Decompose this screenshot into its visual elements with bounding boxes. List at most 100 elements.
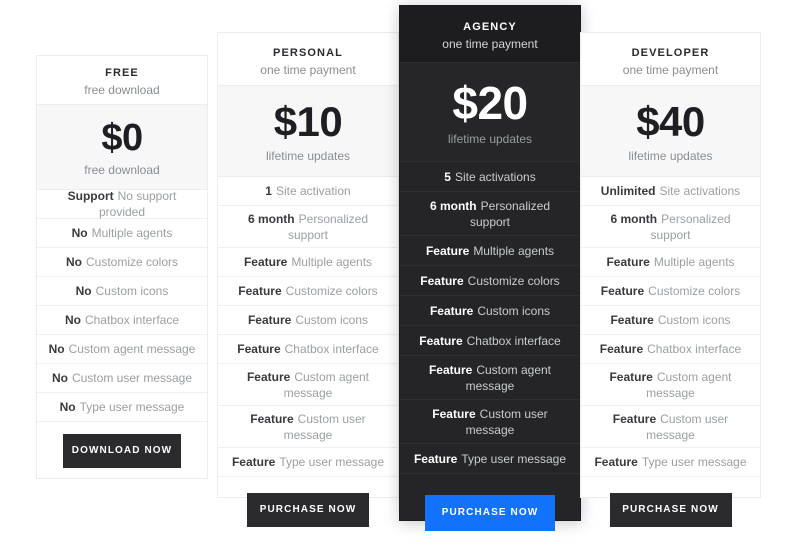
feature-text: Personalized support: [287, 211, 369, 242]
feature-list: Support No support provided No Multiple age…: [37, 189, 207, 422]
feature-text: Personalized support: [469, 198, 551, 229]
plan-footer: PURCHASE NOW: [400, 474, 580, 552]
feature-row: 6 month Personalized support: [400, 192, 580, 236]
plan-price-block: $10 lifetime updates: [218, 85, 398, 177]
feature-row: Feature Multiple agents: [218, 248, 398, 277]
plan-price-block: $0 free download: [37, 104, 207, 190]
feature-row: Feature Type user message: [400, 444, 580, 474]
feature-text: Type user message: [641, 455, 747, 469]
feature-label: No: [48, 342, 65, 356]
feature-text: Customize colors: [85, 255, 179, 269]
feature-text: Custom user message: [71, 371, 193, 385]
plan-footer: DOWNLOAD NOW: [37, 422, 207, 480]
feature-label: Feature: [250, 411, 294, 426]
purchase-now-button[interactable]: PURCHASE NOW: [425, 495, 555, 531]
feature-label: 5: [444, 169, 451, 184]
feature-text: Customize colors: [467, 273, 560, 288]
plan-name: PERSONAL: [273, 47, 343, 59]
feature-text: Chatbox interface: [466, 333, 561, 348]
plan-price-note: lifetime updates: [628, 148, 713, 163]
plan-price: $40: [636, 97, 705, 145]
plan-footer: PURCHASE NOW: [581, 477, 760, 543]
feature-row: Feature Chatbox interface: [581, 335, 760, 364]
feature-label: No: [51, 371, 68, 385]
feature-text: Multiple agents: [291, 255, 373, 269]
feature-text: Chatbox interface: [284, 342, 379, 356]
feature-row: Support No support provided: [37, 189, 207, 219]
feature-label: Feature: [413, 451, 458, 466]
feature-text: Custom agent message: [465, 362, 552, 393]
pricing-card-personal[interactable]: PERSONAL one time payment $10 lifetime u…: [217, 32, 399, 527]
feature-row: Feature Multiple agents: [581, 248, 760, 277]
feature-row: No Multiple agents: [37, 219, 207, 248]
feature-label: Feature: [429, 303, 474, 318]
feature-label: No: [65, 255, 82, 269]
plan-price-block: $20 lifetime updates: [400, 62, 580, 162]
feature-row: Feature Custom agent message: [218, 364, 398, 406]
feature-text: Custom agent message: [646, 369, 732, 400]
pricing-card-free[interactable]: FREE free download $0 free download Supp…: [36, 55, 208, 479]
feature-list: 1 Site activation 6 month Personalized supp…: [218, 177, 398, 477]
feature-text: Custom agent message: [68, 342, 196, 356]
plan-subtitle: free download: [84, 83, 160, 97]
purchase-now-button[interactable]: PURCHASE NOW: [247, 493, 369, 527]
feature-row: Feature Custom user message: [218, 406, 398, 448]
feature-label: 6 month: [610, 211, 658, 226]
plan-subtitle: one time payment: [442, 37, 538, 51]
feature-label: Feature: [243, 255, 288, 269]
plan-name: AGENCY: [463, 21, 517, 33]
feature-text: Site activations: [659, 184, 741, 198]
feature-label: Feature: [610, 313, 654, 327]
feature-row: Feature Custom user message: [581, 406, 760, 448]
feature-label: Feature: [432, 406, 476, 421]
feature-label: No: [59, 400, 76, 414]
feature-row: No Custom icons: [37, 277, 207, 306]
plan-subtitle: one time payment: [622, 63, 719, 77]
plan-price-note: free download: [84, 162, 160, 177]
feature-row: Feature Custom agent message: [400, 356, 580, 400]
purchase-now-button[interactable]: PURCHASE NOW: [609, 493, 732, 527]
plan-name: FREE: [105, 67, 139, 79]
plan-price: $20: [452, 76, 528, 129]
feature-label: 1: [265, 184, 272, 198]
feature-row: No Custom agent message: [37, 335, 207, 364]
feature-row: Feature Type user message: [218, 448, 398, 477]
feature-row: No Chatbox interface: [37, 306, 207, 335]
plan-price: $10: [273, 97, 343, 145]
feature-label: Support: [67, 189, 114, 203]
feature-label: Feature: [247, 313, 292, 327]
feature-text: Custom user message: [465, 406, 548, 437]
feature-text: Custom agent message: [283, 369, 370, 400]
feature-text: Custom icons: [95, 284, 169, 298]
feature-label: Feature: [600, 284, 645, 298]
feature-list: Unlimited Site activations 6 month Personal…: [581, 177, 760, 477]
pricing-card-agency[interactable]: AGENCY one time payment $20 lifetime upd…: [399, 5, 581, 531]
feature-text: Customize colors: [285, 284, 378, 298]
feature-text: Custom icons: [657, 313, 731, 327]
feature-label: Feature: [420, 273, 464, 288]
plan-price-block: $40 lifetime updates: [581, 85, 760, 177]
feature-row: Feature Custom icons: [581, 306, 760, 335]
feature-text: Custom user message: [283, 411, 366, 442]
feature-text: Personalized support: [650, 211, 731, 242]
feature-label: Feature: [599, 342, 644, 356]
feature-row: Feature Type user message: [581, 448, 760, 477]
plan-header-free: FREE free download: [37, 56, 207, 104]
plan-header-developer: DEVELOPER one time payment: [581, 33, 760, 85]
feature-row: Feature Customize colors: [218, 277, 398, 306]
feature-row: Feature Customize colors: [581, 277, 760, 306]
feature-row: No Customize colors: [37, 248, 207, 277]
feature-text: Chatbox interface: [647, 342, 742, 356]
feature-label: No: [71, 226, 88, 240]
feature-label: 6 month: [247, 211, 295, 226]
feature-row: No Type user message: [37, 393, 207, 422]
plan-header-personal: PERSONAL one time payment: [218, 33, 398, 85]
feature-row: Feature Custom user message: [400, 400, 580, 444]
feature-label: Feature: [594, 455, 638, 469]
plan-name: DEVELOPER: [631, 47, 710, 59]
pricing-card-developer[interactable]: DEVELOPER one time payment $40 lifetime …: [580, 32, 761, 527]
feature-label: Feature: [428, 362, 473, 377]
feature-text: Multiple agents: [473, 243, 555, 258]
feature-text: Site activations: [454, 169, 536, 184]
download-now-button[interactable]: DOWNLOAD NOW: [63, 434, 181, 468]
